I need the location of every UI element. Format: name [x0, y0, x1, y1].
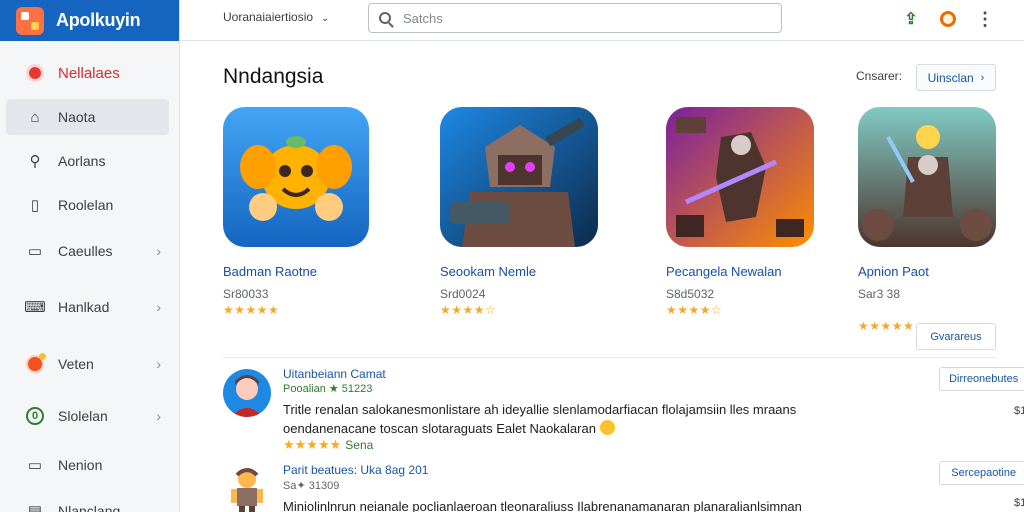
app-title: Apnion Paot [858, 264, 929, 279]
sidebar-item-status[interactable]: 0 Slolelan › [6, 398, 169, 434]
review-action-button[interactable]: Dirreonebutes› [939, 367, 1024, 391]
app-title: Badman Raotne [223, 264, 317, 279]
app-card[interactable]: Seookam Nemle Srd0024 ★★★★☆ [440, 107, 598, 317]
sidebar-item-badges[interactable]: Veten › [6, 346, 169, 382]
sidebar-item-bookmarks[interactable]: ⌨ Hanlkad › [6, 289, 169, 325]
review-body: Tritle renalan salokanesmonlistare ah id… [283, 400, 873, 438]
sort-label: Cnsarer: [856, 69, 903, 83]
review-stars: ★★★★★ Sena [283, 437, 373, 453]
sidebar-item-label: Roolelan [58, 197, 114, 213]
bookmark-icon: ⌨ [24, 299, 46, 316]
chevron-right-icon: › [156, 408, 161, 424]
reviewer-name[interactable]: Parit beatues: Uka 8ag 201 [283, 463, 428, 477]
sidebar-item-label: Nellalaes [58, 64, 120, 82]
rating-stars: ★★★★★ [223, 303, 280, 317]
sidebar-item-home[interactable]: ⌂ Naota [6, 99, 169, 135]
category-dropdown[interactable]: Uoranaiaiertiosio ⌄ [223, 10, 329, 24]
app-subtitle: Srd0024 [440, 287, 486, 301]
rating-stars: ★★★★★ [858, 319, 915, 333]
review-body: Miniolinlnrun neianale poclianlaeroan tl… [283, 499, 802, 512]
green-circle-icon: 0 [26, 407, 44, 425]
logo-bar[interactable]: Apolkuyin [0, 0, 179, 41]
sidebar-item-label: Naota [58, 109, 96, 125]
categories-icon: ▭ [27, 243, 43, 260]
rating-stars: ★★★★☆ [440, 303, 497, 317]
main-content: Nndangsia Cnsarer: Uinsclan › Badman Rao… [180, 41, 1024, 512]
sidebar: Apolkuyin Nellalaes ⌂ Naota ⚲ Aorlans ▯ … [0, 0, 180, 512]
sidebar-item-categories[interactable]: ▭ Caeulles › [6, 233, 169, 269]
brand-red-icon [26, 64, 44, 82]
sidebar-item-archive[interactable]: ▤ Nlanclang [6, 493, 169, 512]
app-logo-icon [16, 6, 44, 35]
sidebar-item-explore[interactable]: ⚲ Aorlans [6, 143, 169, 179]
chevron-down-icon: ⌄ [321, 13, 330, 24]
search-icon [379, 12, 391, 24]
app-title: Pecangela Newalan [666, 264, 782, 279]
app-logo-text: Apolkuyin [56, 10, 141, 30]
chevron-right-icon: › [980, 71, 985, 84]
avatar [223, 369, 271, 417]
sidebar-item-label: Veten [58, 356, 94, 372]
badge-icon [26, 353, 46, 373]
review-star-glyphs: ★★★★★ [283, 437, 342, 452]
app-icon-image [440, 107, 598, 247]
monitor-icon: ▭ [27, 457, 43, 474]
notification-icon[interactable] [938, 9, 958, 29]
explore-icon: ⚲ [29, 153, 41, 170]
sort-button-label: Uinsclan [927, 70, 974, 85]
view-more-button[interactable]: Gvarareus [916, 323, 996, 350]
reviewer-name[interactable]: Uitanbeiann Camat [283, 367, 386, 381]
document-icon: ▯ [30, 197, 40, 214]
app-subtitle: S8d5032 [666, 287, 715, 301]
chevron-right-icon: › [156, 356, 161, 372]
app-title: Seookam Nemle [440, 264, 537, 279]
top-bar: Uoranaiaiertiosio ⌄ ⇪ ⋮ [180, 0, 1024, 41]
review-action-label: Dirreonebutes [949, 373, 1019, 385]
search-input[interactable] [403, 10, 763, 26]
app-icon-image [666, 107, 814, 247]
search-box [368, 3, 782, 33]
review-meta: Sa✦ 31309 [283, 480, 340, 492]
review-stars-label: Sena [345, 438, 374, 452]
avatar [223, 465, 271, 512]
sidebar-item-monitor[interactable]: ▭ Nenion [6, 447, 169, 483]
app-icon-image [223, 107, 369, 247]
section-divider [223, 357, 996, 358]
sidebar-item-label: Nlanclang [58, 503, 121, 512]
review-action-label: Sercepaotine [951, 467, 1017, 479]
install-icon[interactable]: ⇪ [901, 9, 921, 29]
sidebar-item-label: Slolelan [58, 408, 108, 424]
review-text: Tritle renalan salokanesmonlistare ah id… [283, 402, 797, 436]
sidebar-item-featured[interactable]: Nellalaes [6, 55, 169, 91]
sidebar-item-label: Hanlkad [58, 299, 110, 315]
chevron-right-icon: › [156, 243, 161, 259]
sidebar-nav: Nellalaes ⌂ Naota ⚲ Aorlans ▯ Roolelan ▭… [0, 41, 179, 512]
sort-button[interactable]: Uinsclan › [916, 64, 996, 91]
app-icon-image [858, 107, 996, 247]
app-card[interactable]: Apnion Paot Sar3 38 ★★★★★ [858, 107, 996, 333]
section-title: Nndangsia [223, 65, 324, 88]
app-window: Apolkuyin Nellalaes ⌂ Naota ⚲ Aorlans ▯ … [0, 0, 1024, 512]
sidebar-item-label: Nenion [58, 457, 103, 473]
review-count: $10 [1014, 405, 1024, 417]
sidebar-item-label: Caeulles [58, 243, 113, 259]
review-count: $10 [1014, 497, 1024, 509]
review-action-button[interactable]: Sercepaotine› [939, 461, 1024, 485]
chevron-right-icon: › [156, 299, 161, 315]
sidebar-item-documents[interactable]: ▯ Roolelan [6, 187, 169, 223]
dropdown-label: Uoranaiaiertiosio [223, 10, 314, 24]
home-icon: ⌂ [30, 108, 40, 126]
rating-stars: ★★★★☆ [666, 303, 723, 317]
archive-icon: ▤ [27, 503, 43, 512]
app-subtitle: Sr80033 [223, 287, 269, 301]
sidebar-item-label: Aorlans [58, 153, 106, 169]
more-vertical-icon[interactable]: ⋮ [975, 9, 995, 29]
app-card[interactable]: Badman Raotne Sr80033 ★★★★★ [223, 107, 369, 317]
smile-emoji-icon [599, 420, 615, 435]
app-card[interactable]: Pecangela Newalan S8d5032 ★★★★☆ [666, 107, 814, 317]
review-meta: Pooalian ★ 51223 [283, 383, 373, 395]
app-subtitle: Sar3 38 [858, 287, 901, 301]
